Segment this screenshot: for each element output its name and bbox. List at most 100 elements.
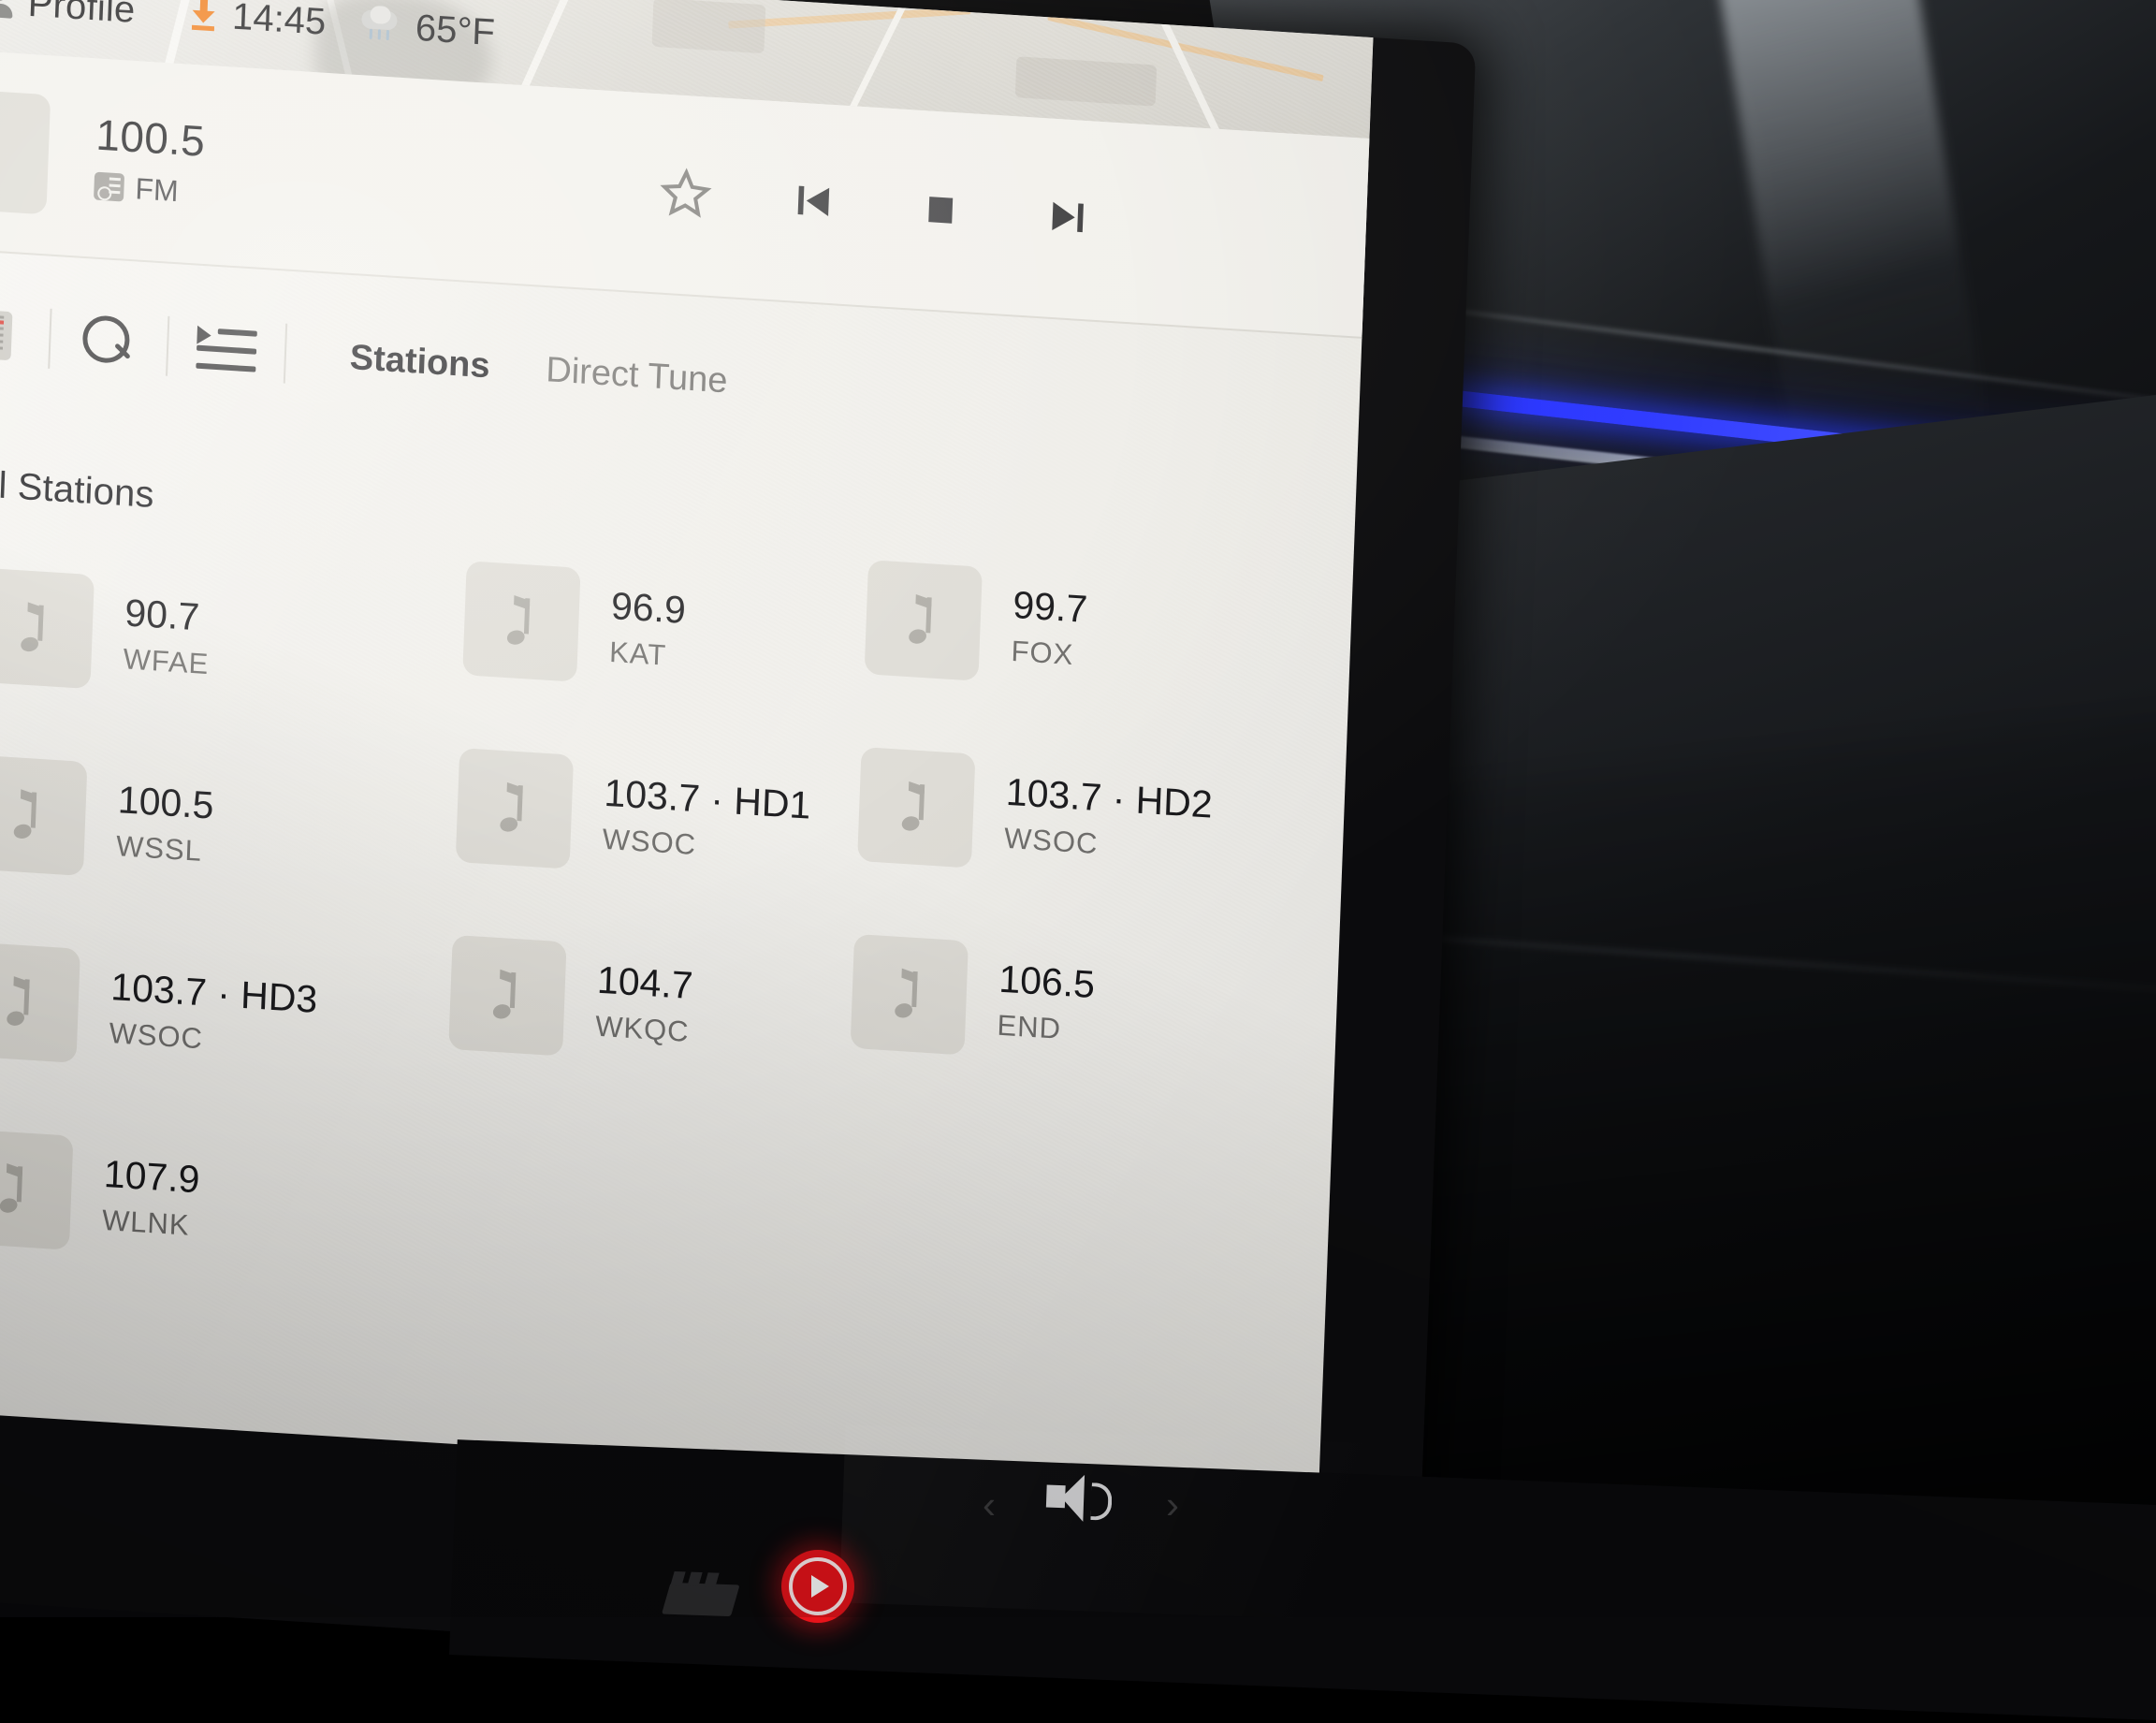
toolbar-divider <box>165 315 170 376</box>
station-art <box>0 942 80 1063</box>
music-note-icon <box>504 594 540 647</box>
person-icon <box>0 0 13 19</box>
station-item[interactable]: 99.7 FOX <box>864 560 1221 696</box>
music-note-icon <box>4 976 39 1028</box>
music-note-icon <box>490 969 526 1021</box>
station-text: 103.7 · HD1 WSOC <box>602 770 812 869</box>
stop-button[interactable] <box>916 183 965 238</box>
tab-stations[interactable]: Stations <box>349 337 490 386</box>
skip-next-icon <box>1052 201 1084 232</box>
station-text: 107.9 WLNK <box>101 1151 201 1243</box>
music-note-icon <box>898 781 934 833</box>
station-item[interactable]: 103.7 · HD2 WSOC <box>857 747 1214 883</box>
station-call-sign: WSOC <box>602 822 697 862</box>
screen-surface: Profile 14:45 65°F 100.5 FM Stations Dir… <box>0 0 1374 1499</box>
favorite-button[interactable] <box>659 165 713 225</box>
search-button[interactable] <box>55 296 163 388</box>
station-art <box>864 560 983 681</box>
now-playing-frequency: 100.5 <box>95 110 207 167</box>
stop-square-icon <box>928 196 954 224</box>
stations-content: All Stations 90.7 WFAE 100.5 WSSL 103.7 … <box>0 416 1356 1497</box>
next-button[interactable] <box>1042 191 1092 247</box>
music-note-icon <box>18 602 53 654</box>
music-note-icon <box>0 1162 32 1215</box>
toolbar-divider <box>283 323 288 384</box>
station-grid: 90.7 WFAE 100.5 WSSL 103.7 · HD3 WSOC 10… <box>0 527 1351 1496</box>
station-frequency: 106.5 <box>998 956 1096 1007</box>
station-item[interactable]: 104.7 WKQC <box>448 934 805 1072</box>
station-text: 103.7 · HD3 WSOC <box>108 965 319 1063</box>
station-call-sign: KAT <box>608 635 667 672</box>
station-column-1: 90.7 WFAE 100.5 WSSL 103.7 · HD3 WSOC 10… <box>0 531 334 1338</box>
now-playing-band: FM <box>134 170 180 208</box>
station-frequency: 99.7 <box>1012 582 1089 631</box>
station-art <box>857 747 976 869</box>
radio-icon <box>93 171 125 202</box>
station-call-sign: WKQC <box>594 1009 691 1048</box>
toolbar-divider <box>48 308 52 369</box>
station-item[interactable]: 103.7 · HD3 WSOC <box>0 942 319 1078</box>
station-call-sign: WLNK <box>101 1203 191 1242</box>
music-note-icon <box>10 789 46 840</box>
tab-bar: Stations Direct Tune <box>349 337 728 401</box>
station-item[interactable]: 106.5 END <box>850 933 1207 1071</box>
station-text: 100.5 WSSL <box>115 778 215 869</box>
station-text: 106.5 END <box>996 956 1096 1048</box>
music-note-icon <box>0 126 7 175</box>
station-frequency: 107.9 <box>103 1151 201 1202</box>
music-note-icon <box>497 781 532 834</box>
music-note-icon <box>892 968 927 1020</box>
station-art <box>462 561 581 682</box>
station-call-sign: FOX <box>1010 634 1074 672</box>
station-frequency: 96.9 <box>610 583 687 632</box>
station-item[interactable]: 103.7 · HD1 WSOC <box>455 748 812 884</box>
star-outline-icon <box>660 167 712 218</box>
station-frequency: 90.7 <box>124 591 201 639</box>
station-item[interactable]: 100.5 WSSL <box>0 754 326 891</box>
station-art <box>850 933 969 1056</box>
station-column-3: 99.7 FOX 103.7 · HD2 WSOC 106.5 END <box>848 560 1220 1143</box>
station-item[interactable]: 90.7 WFAE <box>0 567 333 705</box>
station-art <box>0 1129 74 1250</box>
music-note-icon <box>906 593 941 646</box>
station-art <box>455 748 575 869</box>
download-arrow-icon[interactable] <box>191 0 216 32</box>
station-text: 96.9 KAT <box>608 583 687 674</box>
transport-controls <box>659 165 1373 267</box>
tab-direct-tune[interactable]: Direct Tune <box>546 350 729 402</box>
station-frequency: 100.5 <box>117 778 215 827</box>
station-text: 90.7 WFAE <box>123 591 211 681</box>
station-text: 103.7 · HD2 WSOC <box>1003 769 1214 869</box>
tuner-button[interactable] <box>0 288 45 381</box>
rain-cloud-icon[interactable] <box>357 5 401 44</box>
now-playing-album-art[interactable] <box>0 87 51 215</box>
profile-button[interactable]: Profile <box>0 0 136 31</box>
station-art <box>0 567 95 690</box>
station-item[interactable]: 96.9 KAT <box>462 561 819 697</box>
now-playing-metadata: 100.5 FM <box>93 110 207 211</box>
station-frequency: 103.7 · HD2 <box>1005 769 1214 826</box>
station-frequency: 104.7 <box>596 957 694 1008</box>
station-text: 99.7 FOX <box>1010 582 1089 673</box>
clock-label: 14:45 <box>231 0 328 43</box>
center-touchscreen: Profile 14:45 65°F 100.5 FM Stations Dir… <box>0 0 1477 1692</box>
station-call-sign: WSSL <box>115 829 203 868</box>
station-text: 104.7 WKQC <box>594 957 694 1049</box>
station-art <box>0 754 88 876</box>
station-call-sign: WSOC <box>108 1016 204 1056</box>
queue-button[interactable] <box>172 303 280 396</box>
station-art <box>448 934 567 1057</box>
station-call-sign: WSOC <box>1003 821 1100 861</box>
station-column-2: 96.9 KAT 103.7 · HD1 WSOC 104.7 WKQC <box>445 561 819 1144</box>
previous-button[interactable] <box>789 175 839 231</box>
station-call-sign: END <box>996 1008 1062 1045</box>
skip-previous-icon <box>797 185 830 216</box>
station-item[interactable]: 107.9 WLNK <box>0 1129 312 1265</box>
profile-label: Profile <box>27 0 137 31</box>
search-icon <box>81 314 136 370</box>
temperature-label: 65°F <box>415 7 496 53</box>
station-frequency: 103.7 · HD3 <box>109 965 319 1021</box>
radio-tuner-icon <box>0 309 13 361</box>
playlist-queue-icon <box>196 324 257 376</box>
station-frequency: 103.7 · HD1 <box>603 770 812 827</box>
